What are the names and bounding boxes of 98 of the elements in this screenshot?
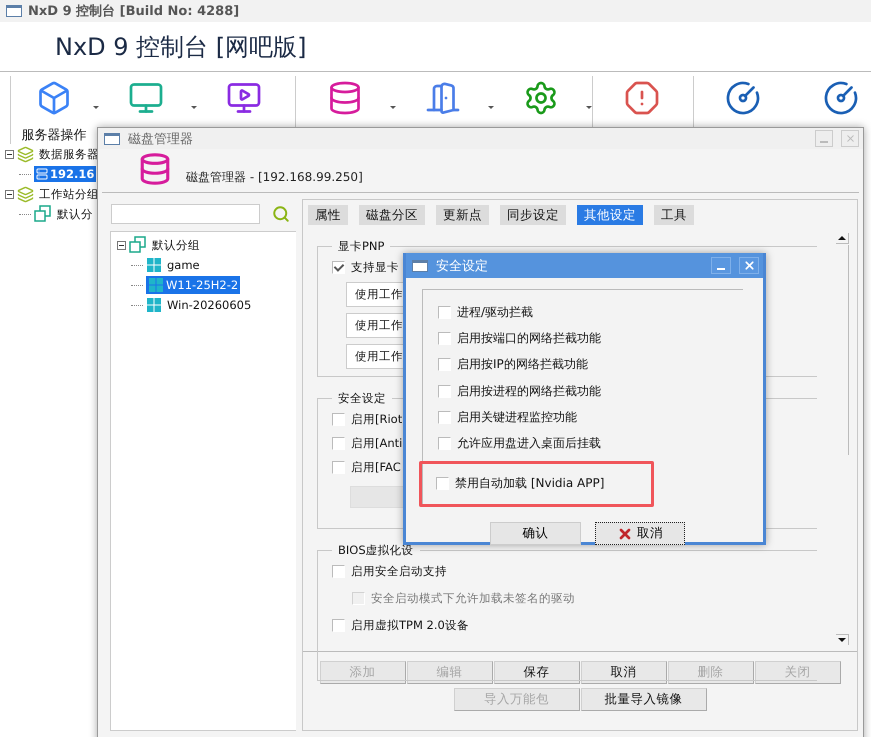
checkbox[interactable] [438,384,451,398]
checkbox[interactable] [332,564,345,578]
tab[interactable]: 磁盘分区 [359,205,425,225]
monitor-icon [128,80,164,116]
minimize-icon [820,140,828,142]
checkbox[interactable] [438,410,451,424]
confirm-button[interactable]: 确认 [490,522,581,545]
checkbox-label: 启用[Anti [351,436,402,450]
expand-toggle[interactable] [117,240,126,250]
checkbox-label: 启用按端口的网络拦截功能 [457,330,601,348]
close-icon [742,259,756,272]
windows-icon [146,297,162,313]
group-icon [129,236,147,254]
search-icon[interactable] [272,205,290,223]
checkbox-label: 允许应用盘进入桌面后挂载 [457,434,601,452]
layers-icon [17,186,34,202]
checkbox[interactable] [332,618,345,632]
minimize-button[interactable] [711,257,731,274]
database-icon [327,80,363,116]
checkbox[interactable] [438,332,451,346]
checkbox-label: 安全启动模式下允许加载未签名的驱动 [371,590,575,606]
checkbox-label: 启用[Riot [351,412,402,426]
tab[interactable]: 工具 [654,205,694,225]
checkbox[interactable] [438,306,451,320]
layers-icon [17,146,34,162]
cancel-button[interactable]: 取消 [595,522,685,545]
database-icon [138,152,172,186]
cube-icon [36,80,72,116]
group-icon [34,205,52,223]
checkbox-label: 启用按IP的网络拦截功能 [457,356,588,374]
caret-icon [93,106,99,109]
window-icon [412,260,428,272]
app-title: NxD 9 控制台 [网吧版] [55,32,307,62]
gauge-icon [823,80,859,116]
action-button[interactable]: 保存 [494,661,580,684]
tree-item[interactable]: 数据服务器 [37,146,101,162]
text-field[interactable]: 使用工作 [346,313,406,338]
checkbox-label: 启用安全启动支持 [351,564,447,578]
close-button[interactable] [739,257,759,274]
tree-item[interactable]: 默认分 [55,206,95,222]
windows-icon [148,277,164,293]
tab[interactable]: 同步设定 [500,205,566,225]
windows-icon [146,257,162,273]
tree-item[interactable]: 工作站分组 [37,186,101,202]
window-icon [104,132,120,144]
search-field[interactable] [111,204,260,224]
door-icon [425,80,461,116]
disk-manager-heading: 磁盘管理器 - [192.168.99.250] [186,169,363,186]
action-button[interactable]: 批量导入镜像 [580,688,706,711]
checkbox-label: 禁用自动加载 [Nvidia APP] [455,475,604,492]
tree-item[interactable]: 默认分组 [150,236,202,254]
minimize-button[interactable] [815,130,833,147]
close-icon [617,526,633,542]
checkbox[interactable] [332,436,345,450]
gauge-icon [725,80,761,116]
caret-icon [191,106,197,109]
checkbox[interactable] [332,460,345,474]
caret-icon [488,106,494,109]
tree-item[interactable]: W11-25H2-2 [146,276,240,294]
checkbox-label: 启用关键进程监控功能 [457,408,577,426]
group-title: 显卡PNP [337,239,386,254]
window-title: NxD 9 控制台 [Build No: 4288] [28,3,240,20]
checkbox[interactable] [436,477,449,490]
expand-toggle[interactable] [5,190,14,198]
server-icon [36,168,48,180]
tab[interactable]: 属性 [308,205,348,225]
tree-item[interactable]: game [165,257,202,273]
tab[interactable]: 更新点 [436,205,489,225]
group-title: 安全设定 [337,391,387,406]
caret-icon [390,106,396,109]
checkbox-label: 进程/驱动拦截 [457,304,534,322]
expand-toggle[interactable] [5,150,14,158]
caret-icon [586,106,592,109]
action-button[interactable]: 取消 [580,661,666,684]
text-field[interactable]: 使用工作 [346,344,406,369]
checkbox-label: 启用虚拟TPM 2.0设备 [351,618,469,632]
checkbox[interactable] [438,436,451,450]
checkbox-label: 启用[FAC [351,460,401,474]
monitor-icon [226,80,262,116]
close-button[interactable] [841,130,859,147]
checkbox[interactable] [332,260,345,274]
text-field[interactable]: 使用工作 [346,282,406,307]
group-title: BIOS虚拟化设 [337,543,415,558]
checkbox[interactable] [438,358,451,372]
checkbox-label: 支持显卡 [351,260,399,274]
dialog-title: 安全设定 [436,258,488,274]
scroll-down-icon[interactable] [836,634,849,645]
checkbox-label: 启用按进程的网络拦截功能 [457,382,601,400]
checkbox[interactable] [332,412,345,426]
tree-item[interactable]: Win-20260605 [165,297,254,313]
tree-item[interactable]: 192.16 [34,166,96,182]
window-title: 磁盘管理器 [128,130,193,148]
close-icon [844,133,856,144]
scroll-up-icon[interactable] [836,233,849,244]
alert-icon [624,80,660,116]
window-icon [6,5,22,17]
tab[interactable]: 其他设定 [577,205,643,225]
minimize-icon [717,268,725,270]
